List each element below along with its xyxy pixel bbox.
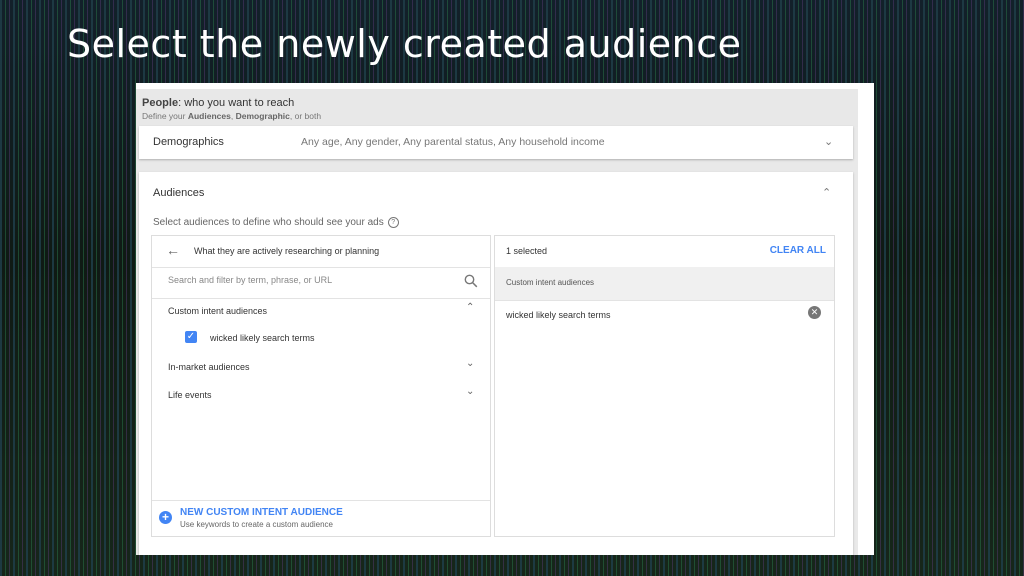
- new-custom-intent-title[interactable]: NEW CUSTOM INTENT AUDIENCE: [180, 507, 343, 518]
- demographics-row[interactable]: Demographics Any age, Any gender, Any pa…: [139, 126, 853, 159]
- remove-icon[interactable]: ✕: [808, 306, 821, 319]
- chevron-down-icon[interactable]: ⌄: [466, 386, 474, 397]
- selected-section-label: Custom intent audiences: [506, 278, 595, 287]
- define-prefix: Define your: [142, 111, 188, 121]
- category-life-events[interactable]: Life events: [168, 390, 212, 400]
- search-input[interactable]: [168, 275, 448, 285]
- search-icon[interactable]: [464, 274, 478, 288]
- browser-header: ← What they are actively researching or …: [152, 236, 490, 268]
- audience-browser-panel: ← What they are actively researching or …: [151, 235, 491, 537]
- chevron-up-icon[interactable]: ⌃: [466, 302, 474, 313]
- demographics-value: Any age, Any gender, Any parental status…: [301, 136, 605, 148]
- selected-header: 1 selected CLEAR ALL: [495, 236, 834, 267]
- back-arrow-icon[interactable]: ←: [166, 242, 180, 258]
- checkbox-checked-icon[interactable]: ✓: [185, 331, 197, 343]
- category-in-market[interactable]: In-market audiences: [168, 362, 250, 372]
- define-demographic: Demographic: [235, 111, 290, 121]
- slide-title: Select the newly created audience: [67, 22, 742, 66]
- clear-all-button[interactable]: CLEAR ALL: [770, 245, 826, 256]
- selected-audiences-panel: 1 selected CLEAR ALL Custom intent audie…: [494, 235, 835, 537]
- chevron-down-icon[interactable]: ⌄: [824, 135, 833, 148]
- selected-audience-item: wicked likely search terms: [506, 310, 611, 320]
- chevron-down-icon[interactable]: ⌄: [466, 358, 474, 369]
- selected-section-header: Custom intent audiences: [495, 267, 834, 301]
- demographics-label: Demographics: [153, 136, 224, 148]
- browser-header-text: What they are actively researching or pl…: [194, 246, 380, 256]
- help-icon[interactable]: ?: [387, 217, 399, 228]
- new-custom-intent-subtitle: Use keywords to create a custom audience: [180, 520, 333, 529]
- define-suffix: , or both: [289, 111, 322, 121]
- chevron-up-icon[interactable]: ⌃: [822, 186, 831, 199]
- selected-count: 1 selected: [506, 246, 548, 256]
- screenshot-panel: People: who you want to reach Define you…: [136, 83, 874, 555]
- add-circle-icon[interactable]: +: [159, 511, 172, 524]
- search-row: [152, 267, 490, 299]
- category-custom-intent[interactable]: Custom intent audiences: [168, 306, 267, 316]
- people-header: People: who you want to reach Define you…: [136, 89, 858, 127]
- people-subtitle: : who you want to reach: [178, 97, 295, 109]
- checked-audience-label[interactable]: wicked likely search terms: [210, 333, 315, 343]
- people-label: People: [142, 97, 179, 109]
- new-custom-intent-button[interactable]: + NEW CUSTOM INTENT AUDIENCE Use keyword…: [152, 500, 490, 538]
- audiences-title: Audiences: [153, 187, 205, 199]
- audiences-help-text: Select audiences to define who should se…: [153, 217, 384, 228]
- define-audiences: Audiences: [187, 111, 231, 121]
